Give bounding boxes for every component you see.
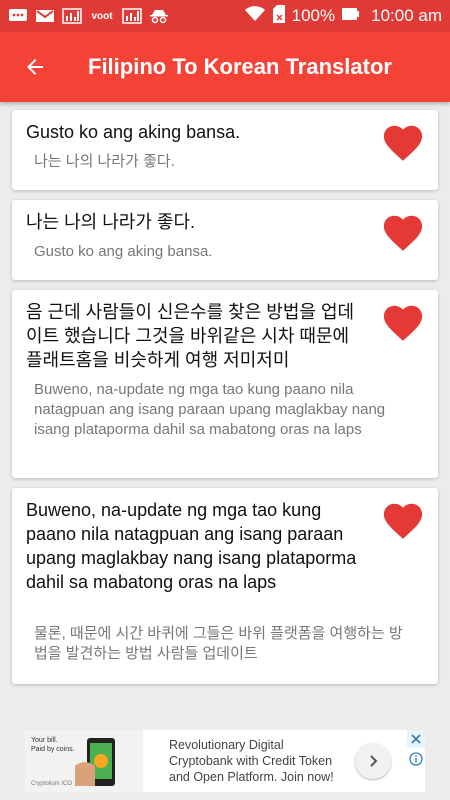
ad-image-line1: Your bill. bbox=[31, 737, 58, 744]
source-text: Gusto ko ang aking bansa. bbox=[26, 122, 241, 142]
battery-icon bbox=[341, 5, 360, 28]
source-text: Buweno, na-update ng mga tao kung paano … bbox=[26, 500, 357, 592]
arrow-left-icon bbox=[27, 59, 43, 75]
favorite-heart-icon[interactable] bbox=[380, 498, 426, 540]
voot-label: voot bbox=[91, 10, 113, 22]
ad-banner[interactable]: Your bill. Paid by coins. Cryptolium ICO… bbox=[25, 730, 425, 792]
translated-text: 물론, 때문에 시간 바퀴에 그들은 바위 플랫폼을 여행하는 방법을 발견하는… bbox=[34, 625, 403, 662]
ad-close-button[interactable] bbox=[407, 730, 425, 748]
ad-image-brand: Cryptolium ICO bbox=[31, 781, 73, 787]
favorite-heart-icon[interactable] bbox=[380, 300, 426, 342]
back-button[interactable] bbox=[0, 32, 70, 102]
translation-card[interactable]: Gusto ko ang aking bansa. 나는 나의 나라가 좋다. bbox=[12, 110, 438, 190]
translation-card[interactable]: 음 근데 사람들이 신은수를 찾은 방법을 업데이트 했습니다 그것을 바위같은… bbox=[12, 290, 438, 478]
ad-info-button[interactable] bbox=[407, 750, 425, 768]
favorite-heart-icon[interactable] bbox=[380, 120, 426, 162]
status-bar: voot 100% 10:00 am bbox=[0, 0, 450, 32]
favorite-heart-icon[interactable] bbox=[380, 210, 426, 252]
incognito-icon bbox=[149, 8, 169, 24]
ad-image-caption: Your bill. Paid by coins. bbox=[31, 736, 75, 754]
phone-icon bbox=[75, 738, 115, 786]
translation-card[interactable]: Buweno, na-update ng mga tao kung paano … bbox=[12, 488, 438, 684]
translation-card[interactable]: 나는 나의 나라가 좋다. Gusto ko ang aking bansa. bbox=[12, 200, 438, 280]
chart-icon bbox=[122, 8, 142, 24]
chat-icon bbox=[8, 8, 28, 24]
ad-image-line2: Paid by coins. bbox=[31, 746, 75, 753]
chevron-right-icon bbox=[370, 755, 378, 767]
source-text: 음 근데 사람들이 신은수를 찾은 방법을 업데이트 했습니다 그것을 바위같은… bbox=[26, 302, 355, 370]
source-text: 나는 나의 나라가 좋다. bbox=[26, 212, 196, 232]
translated-text: Buweno, na-update ng mga tao kung paano … bbox=[34, 381, 386, 438]
translated-text: 나는 나의 나라가 좋다. bbox=[34, 153, 175, 170]
battery-level: 100% bbox=[291, 6, 336, 25]
ad-text: Revolutionary Digital Cryptobank with Cr… bbox=[169, 738, 334, 784]
app-bar: Filipino To Korean Translator bbox=[0, 32, 450, 102]
sim-icon bbox=[272, 4, 286, 28]
voot-icon: voot bbox=[89, 8, 115, 24]
ad-image: Your bill. Paid by coins. Cryptolium ICO bbox=[25, 730, 143, 792]
gmail-icon bbox=[35, 8, 55, 24]
clock: 10:00 am bbox=[371, 6, 442, 25]
ad-next-button[interactable] bbox=[355, 743, 391, 779]
wifi-icon bbox=[244, 5, 266, 28]
translated-text: Gusto ko ang aking bansa. bbox=[34, 243, 213, 260]
close-icon bbox=[411, 734, 421, 744]
chart-icon bbox=[62, 8, 82, 24]
info-icon bbox=[409, 752, 423, 766]
page-title: Filipino To Korean Translator bbox=[88, 54, 392, 79]
